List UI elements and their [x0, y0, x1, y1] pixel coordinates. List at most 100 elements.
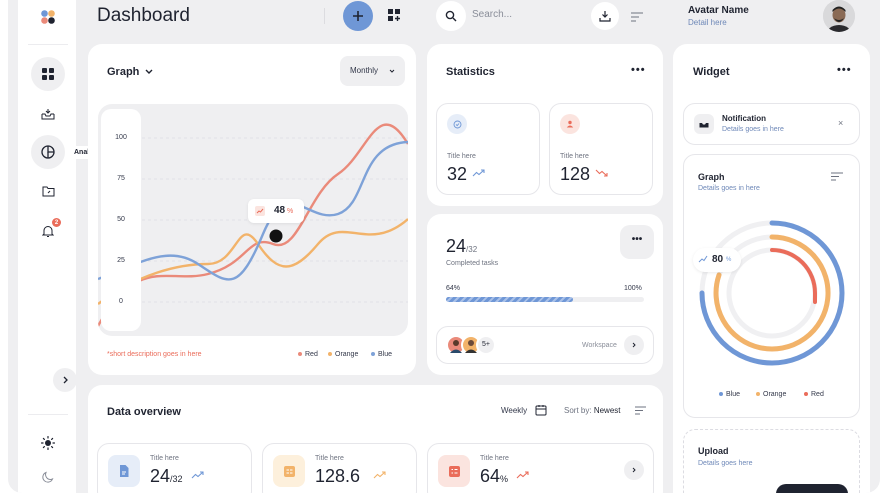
legend-dot — [298, 352, 302, 357]
workspace-open-button[interactable] — [624, 335, 644, 355]
sort-label: Sort by: — [564, 406, 592, 415]
y-tick: 0 — [119, 298, 123, 305]
sidebar-item-inbox[interactable] — [31, 97, 65, 131]
search-bar — [436, 1, 656, 31]
sidebar: 2 — [18, 0, 76, 493]
stat-item[interactable]: Title here 128 — [549, 103, 653, 195]
statistics-more-button[interactable]: ••• — [631, 64, 646, 76]
progress-label: 64% — [446, 285, 461, 292]
chevron-down-icon[interactable] — [145, 69, 153, 75]
overview-item[interactable]: Title here 24/32 — [97, 443, 252, 493]
legend-label: Orange — [335, 351, 359, 358]
overview-item[interactable]: Title here 64% — [427, 443, 654, 493]
add-button[interactable] — [343, 1, 373, 31]
notification-detail: Details goes in here — [722, 126, 784, 133]
tasks-label: Completed tasks — [446, 260, 499, 267]
overview-next-button[interactable] — [624, 460, 644, 480]
sidebar-item-dashboard[interactable] — [31, 57, 65, 91]
user-avatar-icon — [823, 0, 855, 32]
sidebar-divider — [28, 414, 68, 415]
notification-title: Notification — [722, 114, 766, 123]
upload-button[interactable] — [776, 484, 848, 493]
avatar[interactable] — [823, 0, 855, 32]
chevron-down-icon — [389, 69, 395, 73]
trend-up-icon — [373, 471, 386, 479]
series-line-red — [98, 123, 408, 327]
sort-icon[interactable] — [635, 406, 646, 415]
sidebar-item-analytics[interactable] — [31, 135, 65, 169]
y-axis-panel: 100 75 50 25 0 — [101, 109, 141, 331]
legend-label: Orange — [763, 391, 787, 398]
upload-title: Upload — [698, 446, 729, 456]
grid-add-icon — [387, 8, 400, 21]
stat-label: Title here — [560, 153, 589, 160]
stat-item[interactable]: Title here 32 — [436, 103, 540, 195]
overview-value: 64% — [480, 466, 508, 487]
legend-dot — [756, 392, 760, 397]
legend-dot — [804, 392, 808, 397]
donut-chart — [699, 220, 845, 366]
members-more: 5+ — [476, 335, 496, 355]
search-button[interactable] — [436, 1, 466, 31]
widget-graph-panel: Graph Details goes in here 80 % Blue Ora… — [683, 154, 860, 418]
pie-chart-icon — [41, 145, 55, 159]
overview-value-number: 64 — [480, 466, 501, 486]
overview-value-suffix: % — [500, 474, 509, 484]
progress-max: 100% — [624, 285, 642, 292]
trend-up-icon — [516, 471, 529, 479]
tooltip-unit: % — [287, 208, 294, 215]
sort-control[interactable]: Sort by: Newest — [564, 406, 621, 415]
widget-more-button[interactable]: ••• — [837, 64, 852, 76]
filter-icon[interactable] — [831, 172, 843, 181]
widget-legend-orange: Orange — [756, 391, 786, 398]
calendar-icon[interactable] — [535, 404, 547, 416]
user-detail: Detail here — [688, 18, 727, 27]
widget-graph-detail: Details goes in here — [698, 185, 760, 192]
add-widget-button[interactable] — [386, 7, 402, 23]
chevron-right-icon — [632, 342, 636, 348]
light-mode-toggle[interactable] — [31, 426, 65, 460]
sidebar-expand-button[interactable] — [53, 368, 77, 392]
dark-mode-toggle[interactable] — [31, 460, 65, 493]
tasks-card: 24/32 Completed tasks ••• 64% 100% 5+ Wo… — [427, 214, 663, 375]
close-icon[interactable]: × — [838, 118, 843, 128]
overview-label: Title here — [315, 455, 344, 462]
chart-description: *short description goes in here — [107, 351, 202, 358]
legend-dot — [371, 352, 375, 357]
workspace-row[interactable]: 5+ Workspace — [436, 326, 654, 364]
chart-tooltip: 48 % — [248, 199, 304, 223]
y-tick: 75 — [117, 175, 125, 182]
app-logo-icon[interactable] — [31, 0, 65, 34]
tasks-more-button[interactable]: ••• — [620, 225, 654, 259]
highlight-point[interactable] — [269, 229, 283, 243]
document-icon — [108, 455, 140, 487]
filter-icon — [631, 12, 643, 22]
notification-badge: 2 — [52, 218, 61, 227]
donut-value: 80 — [712, 254, 724, 265]
graph-card: Graph Monthly 100 75 50 25 0 48 % *short… — [88, 44, 416, 375]
legend-label: Red — [811, 391, 824, 398]
overview-item[interactable]: Title here 128.6 — [262, 443, 417, 493]
grid-icon — [273, 455, 305, 487]
donut-ring-red — [770, 248, 817, 304]
notification-item[interactable]: Notification Details goes in here × — [683, 103, 860, 145]
chevron-right-icon — [63, 376, 68, 384]
legend-label: Blue — [726, 391, 741, 398]
widget-legend-red: Red — [804, 391, 824, 398]
chart-area: 100 75 50 25 0 48 % — [98, 104, 408, 336]
sidebar-item-folders[interactable] — [31, 174, 65, 208]
trend-up-icon — [472, 169, 485, 177]
overview-value: 128.6 — [315, 466, 360, 487]
download-button[interactable] — [591, 2, 619, 30]
upload-zone[interactable]: Upload Details goes here — [683, 429, 860, 493]
bell-icon — [42, 225, 54, 237]
trend-up-icon — [255, 206, 265, 216]
period-dropdown[interactable]: Monthly — [340, 56, 405, 86]
statistics-card: Statistics ••• Title here 32 Title here … — [427, 44, 663, 206]
period-label: Monthly — [350, 66, 379, 75]
widget-graph-title: Graph — [698, 172, 725, 182]
search-input[interactable] — [472, 9, 582, 20]
sidebar-item-notifications[interactable]: 2 — [31, 214, 65, 248]
filter-button[interactable] — [631, 9, 643, 27]
y-tick: 25 — [117, 257, 125, 264]
